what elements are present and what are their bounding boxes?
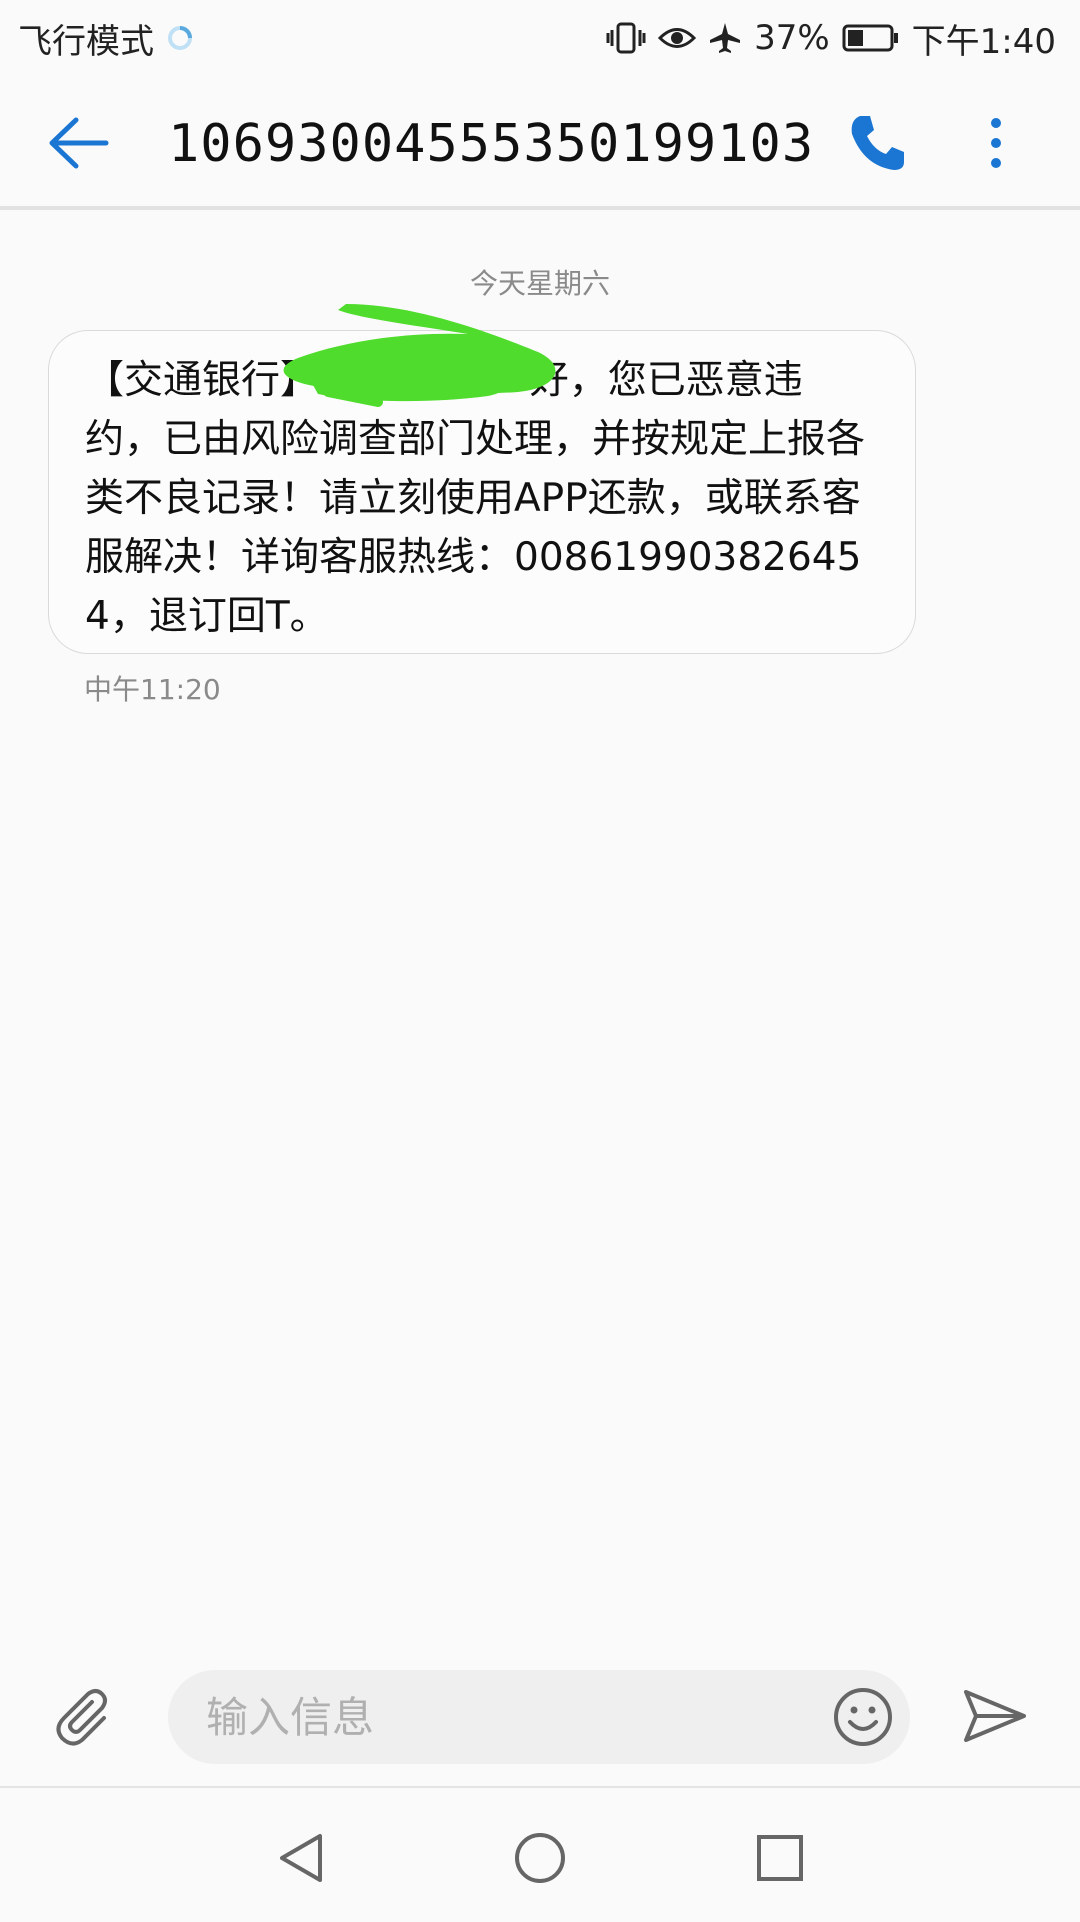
- message-composer: [168, 1670, 910, 1764]
- nav-home-icon: [515, 1833, 565, 1883]
- redaction-scribble: [283, 304, 556, 407]
- airplane-icon: [708, 21, 742, 55]
- paperclip-icon: [56, 1689, 107, 1746]
- nav-recents-icon: [757, 1835, 803, 1881]
- nav-recents-button[interactable]: [752, 1830, 808, 1886]
- airplane-mode-label: 飞行模式: [18, 21, 154, 62]
- send-button[interactable]: [962, 1688, 1028, 1744]
- send-icon: [964, 1690, 1026, 1742]
- more-dot: [991, 138, 1001, 148]
- sync-icon: [166, 24, 194, 52]
- battery-percent: 37%: [754, 18, 830, 58]
- emoji-button[interactable]: [832, 1686, 894, 1748]
- arrow-left-icon: [49, 117, 109, 169]
- conversation-header: 1069300455535019910З: [0, 76, 1080, 210]
- more-vertical-icon: [991, 118, 1001, 128]
- message-input[interactable]: [204, 1691, 768, 1743]
- vibrate-icon: [606, 21, 646, 55]
- nav-home-button[interactable]: [512, 1830, 568, 1886]
- eye-icon: [658, 23, 697, 53]
- status-left: 飞行模式: [18, 14, 194, 63]
- phone-icon: [851, 116, 904, 170]
- attach-button[interactable]: [52, 1688, 114, 1748]
- status-time: 下午1:40: [911, 21, 1056, 62]
- contact-number: 1069300455535019910З: [168, 114, 815, 174]
- nav-back-button[interactable]: [274, 1830, 330, 1886]
- status-right: 37% 下午1:40: [606, 14, 1056, 63]
- call-button[interactable]: [846, 112, 908, 174]
- battery-icon: [842, 23, 900, 53]
- status-bar: 飞行模式 37% 下午1:40: [0, 0, 1080, 76]
- more-dot: [991, 158, 1001, 168]
- more-options-button[interactable]: [980, 112, 1012, 174]
- smiley-icon: [834, 1688, 892, 1746]
- back-button[interactable]: [48, 114, 120, 172]
- nav-back-icon: [280, 1834, 322, 1882]
- navigation-bar: [0, 1786, 1080, 1922]
- message-timestamp: 中午11:20: [84, 673, 221, 706]
